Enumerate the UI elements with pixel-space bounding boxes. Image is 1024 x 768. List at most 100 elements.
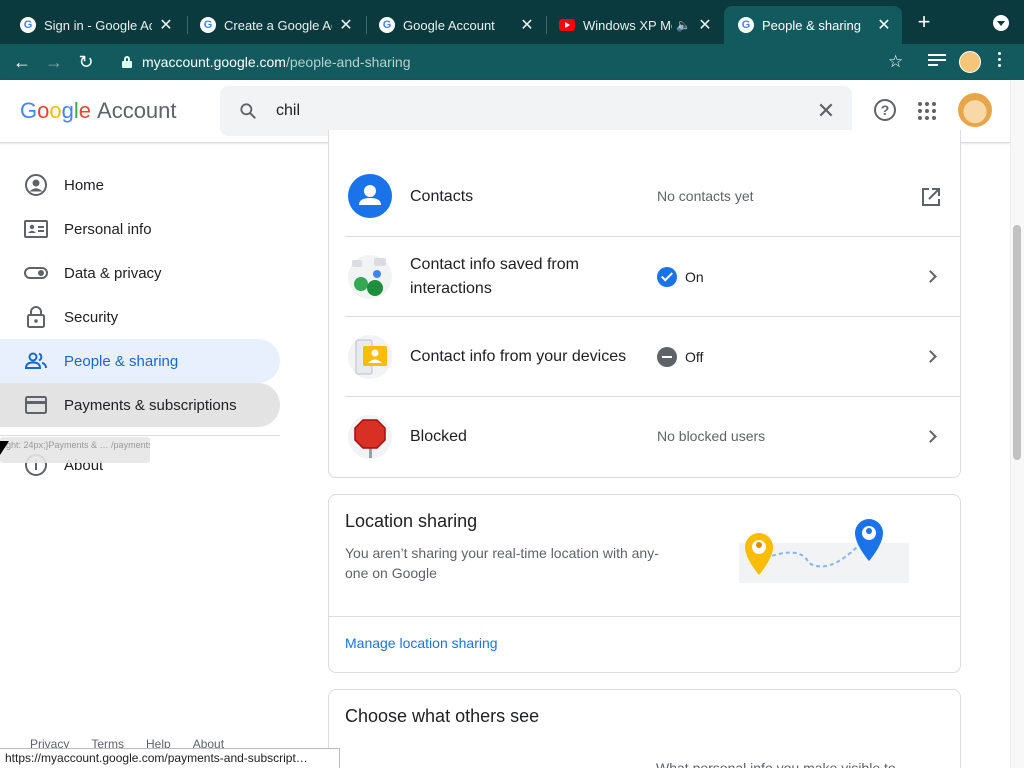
- sidebar-item-label: Home: [64, 176, 105, 194]
- search-box[interactable]: ✕: [220, 86, 852, 136]
- tab-google-account[interactable]: G Google Account ✕: [365, 6, 545, 44]
- account-avatar[interactable]: [958, 93, 992, 127]
- url-path: /people-and-sharing: [285, 54, 411, 70]
- row-status-text: No contacts yet: [657, 188, 754, 204]
- row-status: Off: [657, 347, 703, 367]
- tab-title: People & sharing: [762, 17, 862, 33]
- tab-create-account[interactable]: G Create a Google Acc ✕: [186, 6, 364, 44]
- tab-sign-in[interactable]: G Sign in - Google Acc ✕: [6, 6, 184, 44]
- search-icon[interactable]: [238, 101, 258, 121]
- row-status-text: No blocked users: [657, 428, 766, 444]
- row-status: No contacts yet: [657, 188, 754, 204]
- sidebar-item-personal-info[interactable]: Personal info: [0, 207, 280, 251]
- drag-tooltip: ight: 24px;}Payments & … /payments-and-s…: [0, 437, 150, 463]
- row-label: Contact info saved from interactions: [410, 256, 579, 297]
- profile-avatar[interactable]: [959, 51, 981, 73]
- check-circle-icon: [657, 267, 677, 287]
- stop-sign-icon: [348, 415, 392, 459]
- sidebar-item-payments[interactable]: Payments & subscriptions: [0, 383, 280, 427]
- row-label: Contacts: [410, 188, 474, 205]
- id-card-icon: [24, 220, 48, 238]
- chevron-right-icon[interactable]: [923, 349, 939, 365]
- browser-tab-bar: G Sign in - Google Acc ✕ G Create a Goog…: [0, 0, 1024, 44]
- sidebar-item-people-sharing[interactable]: People & sharing: [0, 339, 280, 383]
- devices-row[interactable]: Contact info from your devices Off: [345, 317, 961, 397]
- toggle-icon: [24, 267, 48, 279]
- bookmark-star-icon[interactable]: ☆: [888, 52, 903, 72]
- sidebar-item-label: People & sharing: [64, 352, 179, 370]
- google-icon: G: [738, 17, 754, 33]
- sidebar-item-home[interactable]: Home: [0, 163, 280, 207]
- logo-letter: e: [78, 98, 92, 123]
- scrollbar-thumb[interactable]: [1013, 225, 1021, 460]
- row-status-text: Off: [685, 349, 704, 365]
- blocked-row[interactable]: Blocked No blocked users: [345, 397, 961, 477]
- open-in-new-icon[interactable]: [921, 187, 941, 207]
- close-icon[interactable]: ✕: [519, 15, 535, 35]
- row-label: Blocked: [410, 428, 467, 445]
- minus-circle-icon: [657, 347, 677, 367]
- choose-what-others-see-card: Choose what others see What personal inf…: [328, 689, 961, 768]
- close-icon[interactable]: ✕: [338, 15, 354, 35]
- address-bar[interactable]: myaccount.google.com/people-and-sharing: [112, 48, 914, 76]
- search-input[interactable]: [276, 98, 776, 124]
- youtube-icon: [559, 19, 575, 31]
- tab-title: Windows XP Me: [583, 17, 673, 33]
- tab-title: Sign in - Google Acc: [44, 17, 152, 33]
- sidebar-item-label: Security: [64, 308, 119, 326]
- logo-letter: o: [37, 98, 50, 123]
- tab-youtube[interactable]: Windows XP Me 🔈 ✕: [545, 6, 723, 44]
- people-icon: [24, 352, 47, 369]
- media-control-icon[interactable]: [928, 54, 946, 70]
- card-description: What personal info you make visible to: [656, 760, 896, 768]
- tab-search-icon[interactable]: [993, 15, 1009, 31]
- sidebar-item-label: Data & privacy: [64, 264, 162, 282]
- interactions-illustration-icon: [348, 255, 392, 299]
- new-tab-icon[interactable]: +: [914, 11, 934, 33]
- location-illustration: [739, 519, 909, 583]
- contacts-person-icon: [348, 174, 392, 218]
- manage-location-sharing-link[interactable]: Manage location sharing: [345, 635, 498, 651]
- close-icon[interactable]: ✕: [876, 15, 892, 35]
- google-apps-icon[interactable]: [918, 102, 936, 120]
- logo-letter: G: [20, 98, 38, 123]
- contacts-card: Contacts No contacts yet Contact info sa…: [328, 130, 961, 478]
- contacts-row[interactable]: Contacts No contacts yet: [345, 157, 961, 237]
- more-menu-icon[interactable]: [998, 52, 1002, 72]
- sidebar-divider: [0, 435, 280, 436]
- chevron-right-icon[interactable]: [923, 269, 939, 285]
- close-icon[interactable]: ✕: [697, 15, 713, 35]
- google-icon: G: [379, 17, 395, 33]
- interactions-row[interactable]: Contact info saved from interactions On: [345, 237, 961, 317]
- help-icon[interactable]: ?: [874, 99, 896, 121]
- tab-people-sharing[interactable]: G People & sharing ✕: [724, 6, 902, 44]
- devices-illustration-icon: [348, 335, 392, 379]
- google-account-logo[interactable]: Google Account: [20, 98, 177, 124]
- back-icon[interactable]: ←: [10, 50, 34, 74]
- credit-card-icon: [25, 396, 47, 414]
- close-icon[interactable]: ✕: [158, 15, 174, 35]
- reload-icon[interactable]: ↻: [74, 50, 98, 74]
- lock-icon[interactable]: [122, 56, 132, 68]
- row-status: On: [657, 267, 704, 287]
- speaker-icon[interactable]: 🔈: [676, 18, 691, 32]
- browser-toolbar: ← → ↻ myaccount.google.com/people-and-sh…: [0, 44, 1024, 80]
- url-host: myaccount.google.com: [142, 54, 286, 70]
- card-title: Choose what others see: [345, 706, 540, 726]
- logo-letter: o: [49, 98, 62, 123]
- row-status-text: On: [685, 269, 704, 285]
- card-divider: [329, 616, 960, 617]
- sidebar-item-data-privacy[interactable]: Data & privacy: [0, 251, 280, 295]
- row-label: Contact info from your devices: [410, 348, 627, 365]
- forward-icon[interactable]: →: [42, 50, 66, 74]
- clear-search-icon[interactable]: ✕: [814, 99, 838, 123]
- lock-icon: [27, 306, 45, 328]
- logo-suffix: Account: [97, 98, 177, 123]
- sidebar-item-label: Payments & subscriptions: [64, 396, 237, 414]
- location-sharing-card: Location sharing You aren’t sharing your…: [328, 494, 961, 673]
- sidebar-item-security[interactable]: Security: [0, 295, 280, 339]
- chevron-right-icon[interactable]: [923, 429, 939, 445]
- tab-title: Create a Google Acc: [224, 17, 332, 33]
- tab-title: Google Account: [403, 17, 495, 33]
- account-circle-icon: [25, 174, 47, 196]
